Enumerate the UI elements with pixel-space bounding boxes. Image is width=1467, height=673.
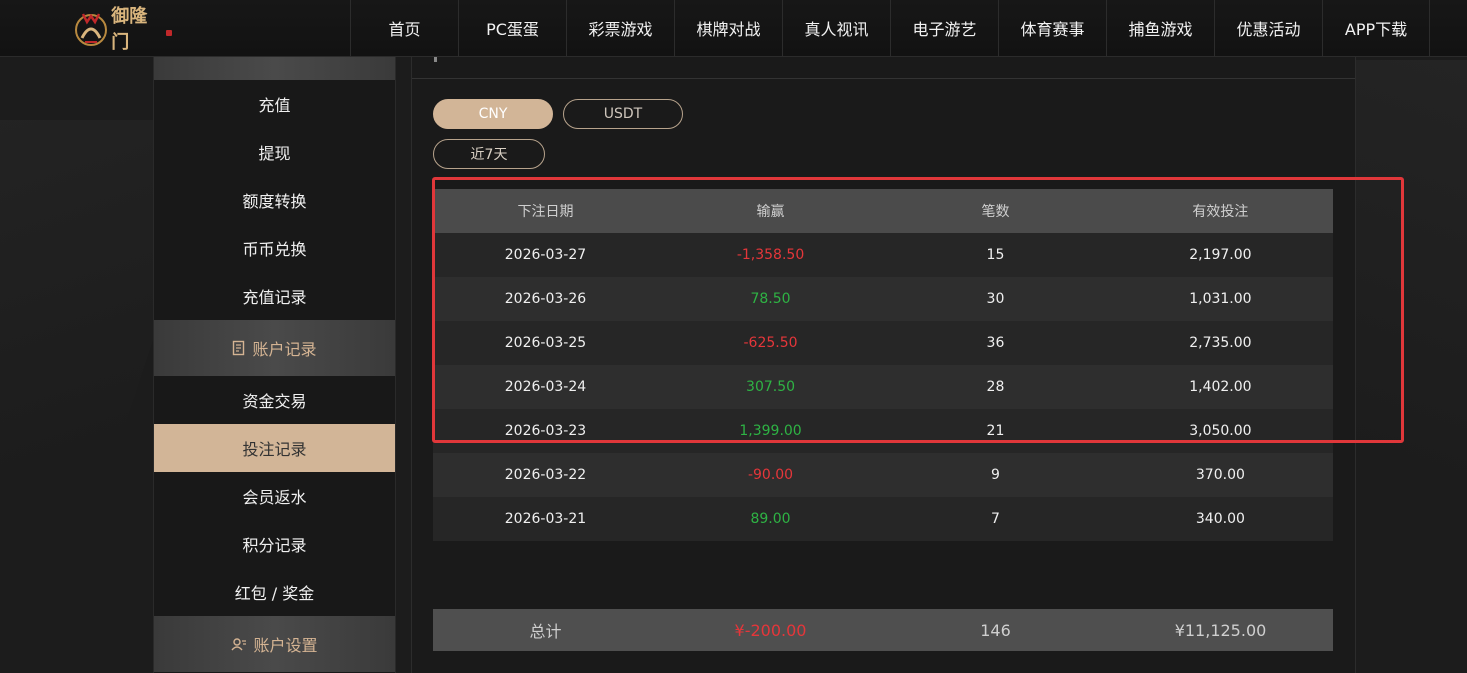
sidebar-group-records-label: 账户记录 bbox=[252, 340, 317, 359]
main-nav: 首页 PC蛋蛋 彩票游戏 棋牌对战 真人视讯 电子游艺 体育赛事 捕鱼游戏 优惠活动 APP下载 bbox=[350, 0, 1430, 56]
cell-date: 2026-03-22 bbox=[433, 453, 658, 497]
cell-count: 9 bbox=[883, 453, 1108, 497]
cell-winloss: 307.50 bbox=[657, 365, 884, 409]
logo-seal-icon bbox=[166, 30, 172, 36]
sidebar-item[interactable]: 币币兑换 bbox=[154, 224, 395, 272]
nav-item[interactable]: 首页 bbox=[350, 0, 458, 56]
table-row: 2026-03-21 89.00 7 340.00 bbox=[433, 497, 1333, 541]
cell-count: 36 bbox=[883, 321, 1108, 365]
table-row: 2026-03-24 307.50 28 1,402.00 bbox=[433, 365, 1333, 409]
nav-item[interactable]: PC蛋蛋 bbox=[458, 0, 566, 56]
nav-item[interactable]: APP下载 bbox=[1322, 0, 1430, 56]
cell-count: 28 bbox=[883, 365, 1108, 409]
cell-date: 2026-03-27 bbox=[433, 233, 658, 277]
cell-winloss: -625.50 bbox=[657, 321, 884, 365]
document-icon bbox=[232, 340, 246, 356]
bet-records-table: 下注日期 输赢 笔数 有效投注 2026-03-27 -1,358.50 15 2,1… bbox=[433, 189, 1333, 541]
cell-valid-bet: 3,050.00 bbox=[1107, 409, 1333, 453]
cell-count: 15 bbox=[883, 233, 1108, 277]
sidebar-item[interactable]: 红包 / 奖金 bbox=[154, 568, 395, 616]
cell-count: 7 bbox=[883, 497, 1108, 541]
sidebar-item[interactable]: 会员返水 bbox=[154, 472, 395, 520]
nav-item[interactable]: 捕鱼游戏 bbox=[1106, 0, 1214, 56]
cell-valid-bet: 1,402.00 bbox=[1107, 365, 1333, 409]
sidebar-records-list: 资金交易 投注记录 会员返水 积分记录 红包 / 奖金 bbox=[154, 376, 395, 616]
nav-item[interactable]: 棋牌对战 bbox=[674, 0, 782, 56]
column-header-winloss: 输赢 bbox=[657, 189, 884, 233]
cell-winloss: 1,399.00 bbox=[657, 409, 884, 453]
brand-name: 御隆门 bbox=[111, 6, 148, 53]
sidebar-funds-list: 充值 提现 额度转换 币币兑换 充值记录 bbox=[154, 80, 395, 320]
cell-valid-bet: 340.00 bbox=[1107, 497, 1333, 541]
total-count: 146 bbox=[980, 620, 1011, 640]
sidebar-item[interactable]: 充值 bbox=[154, 80, 395, 128]
cell-winloss: -90.00 bbox=[657, 453, 884, 497]
cell-date: 2026-03-23 bbox=[433, 409, 658, 453]
column-header-count: 笔数 bbox=[883, 189, 1108, 233]
cell-count: 21 bbox=[883, 409, 1108, 453]
date-range-filter-button[interactable]: 近7天 bbox=[433, 139, 545, 169]
cell-count: 30 bbox=[883, 277, 1108, 321]
cell-valid-bet: 2,735.00 bbox=[1107, 321, 1333, 365]
table-row: 2026-03-23 1,399.00 21 3,050.00 bbox=[433, 409, 1333, 453]
table-row: 2026-03-27 -1,358.50 15 2,197.00 bbox=[433, 233, 1333, 277]
table-row: 2026-03-22 -90.00 9 370.00 bbox=[433, 453, 1333, 497]
sidebar-group-funds-header bbox=[154, 56, 395, 80]
sidebar-item[interactable]: 额度转换 bbox=[154, 176, 395, 224]
sidebar-item[interactable]: 资金交易 bbox=[154, 376, 395, 424]
cell-winloss: 78.50 bbox=[657, 277, 884, 321]
account-sidebar: 充值 提现 额度转换 币币兑换 充值记录 账户记录 资金交易 投注记录 会员返水 积分记录 红包… bbox=[153, 56, 396, 673]
sidebar-item[interactable]: 积分记录 bbox=[154, 520, 395, 568]
cell-date: 2026-03-24 bbox=[433, 365, 658, 409]
table-row: 2026-03-25 -625.50 36 2,735.00 bbox=[433, 321, 1333, 365]
user-settings-icon bbox=[231, 637, 247, 651]
cell-date: 2026-03-25 bbox=[433, 321, 658, 365]
cell-winloss: 89.00 bbox=[657, 497, 884, 541]
nav-item[interactable]: 优惠活动 bbox=[1214, 0, 1322, 56]
sidebar-item[interactable]: 投注记录 bbox=[154, 424, 395, 472]
sidebar-group-settings-header[interactable]: 账户设置 bbox=[154, 616, 395, 672]
cell-valid-bet: 1,031.00 bbox=[1107, 277, 1333, 321]
currency-usdt-button[interactable]: USDT bbox=[563, 99, 683, 129]
cell-date: 2026-03-21 bbox=[433, 497, 658, 541]
bet-records-panel: CNY USDT 近7天 下注日期 输赢 笔数 有效投注 2026-03-27-… bbox=[411, 56, 1356, 673]
column-header-date: 下注日期 bbox=[433, 189, 658, 233]
column-header-valid-bet: 有效投注 bbox=[1107, 189, 1333, 233]
nav-item[interactable]: 彩票游戏 bbox=[566, 0, 674, 56]
sidebar-group-records-header[interactable]: 账户记录 bbox=[154, 320, 395, 376]
sidebar-item[interactable]: 充值记录 bbox=[154, 272, 395, 320]
table-row: 2026-03-26 78.50 30 1,031.00 bbox=[433, 277, 1333, 321]
total-valid-bet: ¥11,125.00 bbox=[1174, 620, 1267, 640]
cell-winloss: -1,358.50 bbox=[657, 233, 884, 277]
top-navigation-bar: 御隆门 首页 PC蛋蛋 彩票游戏 棋牌对战 真人视讯 电子游艺 体育赛事 捕鱼游戏 优惠活动 AP… bbox=[0, 0, 1467, 57]
panel-title-bar bbox=[412, 56, 1355, 79]
table-header-row: 下注日期 输赢 笔数 有效投注 bbox=[433, 189, 1333, 233]
nav-item[interactable]: 电子游艺 bbox=[890, 0, 998, 56]
cell-valid-bet: 2,197.00 bbox=[1107, 233, 1333, 277]
sidebar-item[interactable]: 提现 bbox=[154, 128, 395, 176]
sidebar-group-settings-label: 账户设置 bbox=[253, 636, 318, 655]
total-label: 总计 bbox=[529, 622, 562, 641]
total-winloss: ¥-200.00 bbox=[734, 620, 807, 640]
nav-item[interactable]: 真人视讯 bbox=[782, 0, 890, 56]
currency-switch: CNY USDT bbox=[433, 99, 683, 129]
logo-emblem-icon bbox=[72, 8, 109, 48]
cell-date: 2026-03-26 bbox=[433, 277, 658, 321]
nav-item[interactable]: 体育赛事 bbox=[998, 0, 1106, 56]
cell-valid-bet: 370.00 bbox=[1107, 453, 1333, 497]
total-summary-row: 总计 ¥-200.00 146 ¥11,125.00 bbox=[433, 609, 1333, 651]
currency-cny-button[interactable]: CNY bbox=[433, 99, 553, 129]
brand-logo[interactable]: 御隆门 bbox=[72, 6, 172, 53]
